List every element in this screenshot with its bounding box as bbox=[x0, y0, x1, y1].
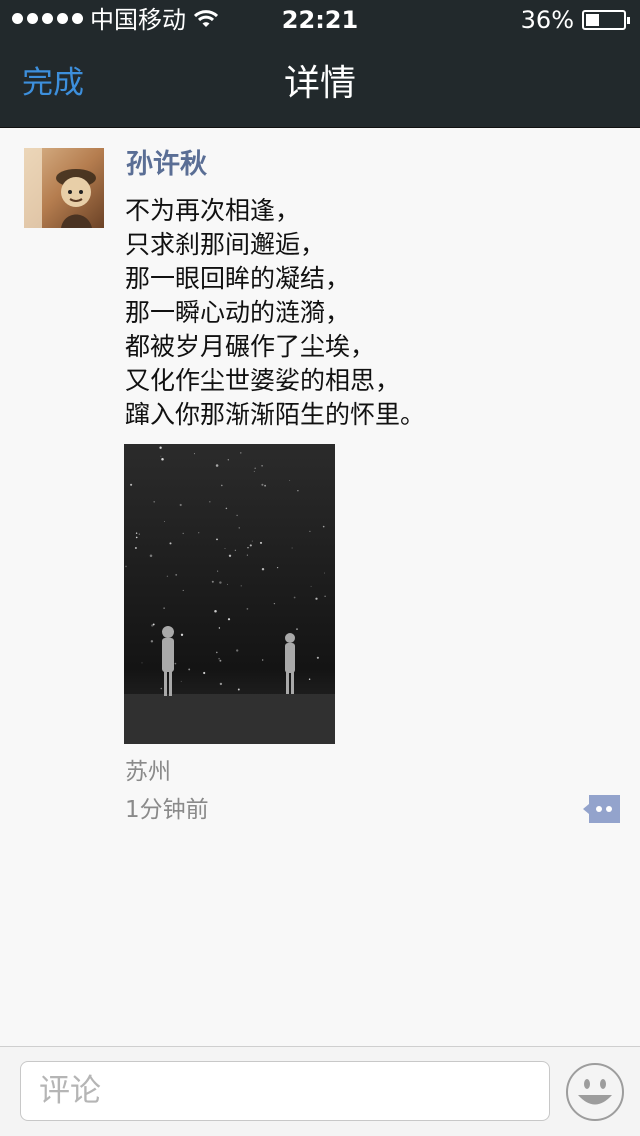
battery-percent: 36% bbox=[520, 6, 574, 34]
status-bar: 中国移动 22:21 36% bbox=[0, 0, 640, 40]
post-text: 不为再次相逢， 只求刹那间邂逅， 那一眼回眸的凝结， 那一瞬心动的涟漪， 都被岁… bbox=[125, 194, 605, 432]
post-text-line: 又化作尘世婆娑的相思， bbox=[125, 366, 401, 395]
post-text-line: 那一瞬心动的涟漪， bbox=[125, 298, 351, 327]
post-text-line: 蹿入你那渐渐陌生的怀里。 bbox=[125, 400, 426, 429]
post-text-line: 那一眼回眸的凝结， bbox=[125, 264, 351, 293]
post-photo[interactable] bbox=[124, 444, 335, 744]
comment-input[interactable] bbox=[20, 1061, 550, 1121]
location-label[interactable]: 苏州 bbox=[125, 758, 171, 786]
page-title: 详情 bbox=[283, 63, 356, 104]
nav-bar: 完成 详情 bbox=[0, 40, 640, 128]
battery-icon bbox=[582, 10, 630, 30]
avatar[interactable] bbox=[24, 148, 104, 228]
post-text-line: 不为再次相逢， bbox=[125, 196, 301, 225]
emoji-smile-icon[interactable] bbox=[565, 1062, 625, 1122]
author-name[interactable]: 孙许秋 bbox=[126, 148, 207, 182]
comment-bar bbox=[0, 1046, 640, 1136]
comment-bubble-icon[interactable] bbox=[582, 794, 622, 824]
post-timestamp: 1分钟前 bbox=[125, 797, 209, 823]
post-text-line: 只求刹那间邂逅， bbox=[125, 230, 326, 259]
post-text-line: 都被岁月碾作了尘埃， bbox=[125, 332, 376, 361]
